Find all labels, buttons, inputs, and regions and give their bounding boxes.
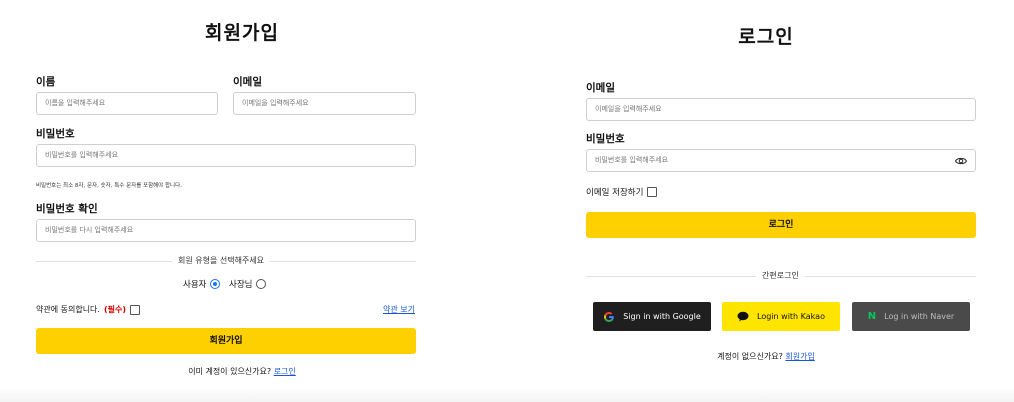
user-type-user-label: 사용자 xyxy=(183,280,207,290)
kakao-login-label: Login with Kakao xyxy=(757,312,825,321)
password-input[interactable]: 비밀번호를 입력해주세요 xyxy=(36,144,416,167)
user-type-radio-user[interactable]: 사용자 xyxy=(183,278,221,290)
google-login-button[interactable]: Sign in with Google xyxy=(593,302,711,331)
login-title: 로그인 xyxy=(738,26,794,48)
radio-owner[interactable] xyxy=(256,279,267,289)
login-email-input[interactable]: 이메일을 입력해주세요 xyxy=(586,98,976,121)
radio-user[interactable] xyxy=(210,279,221,289)
login-submit-button[interactable]: 로그인 xyxy=(586,212,976,238)
password-label: 비밀번호 xyxy=(36,128,75,140)
login-email-label: 이메일 xyxy=(586,82,615,94)
kakao-login-button[interactable]: Login with Kakao xyxy=(722,302,840,331)
login-footer: 계정이 없으신가요? 회원가입 xyxy=(518,351,1014,362)
naver-login-label: Log in with Naver xyxy=(884,312,955,321)
password-confirm-label: 비밀번호 확인 xyxy=(36,203,98,215)
terms-checkbox[interactable] xyxy=(130,304,141,315)
save-email-row: 이메일 저장하기 xyxy=(586,186,658,198)
name-input[interactable]: 이름을 입력해주세요 xyxy=(36,92,218,115)
terms-agree: 약관에 동의합니다. (필수) xyxy=(36,304,141,315)
login-panel: 로그인 이메일 이메일을 입력해주세요 비밀번호 비밀번호를 입력해주세요 이메… xyxy=(518,0,1014,402)
terms-view-link[interactable]: 약관 보기 xyxy=(383,304,415,315)
naver-login-button[interactable]: N Log in with Naver xyxy=(852,302,970,331)
signup-footer: 이미 계정이 있으신가요? 로그인 xyxy=(0,366,484,377)
easy-login-label: 간편로그인 xyxy=(756,270,805,281)
eye-icon[interactable] xyxy=(955,155,967,167)
terms-text: 약관에 동의합니다. xyxy=(36,305,100,314)
save-email-checkbox[interactable] xyxy=(647,187,658,197)
bottom-edge xyxy=(0,388,1014,402)
login-footer-text: 계정이 없으신가요? xyxy=(717,352,783,361)
kakao-chat-icon xyxy=(737,311,749,322)
password-hint: 비밀번호는 최소 8자, 문자, 숫자, 특수 문자를 포함해야 합니다. xyxy=(36,183,182,189)
name-label: 이름 xyxy=(36,76,56,88)
signup-footer-text: 이미 계정이 있으신가요? xyxy=(188,367,272,376)
email-input[interactable]: 이메일을 입력해주세요 xyxy=(233,92,416,115)
password-confirm-input[interactable]: 비밀번호를 다시 입력해주세요 xyxy=(36,219,416,242)
signup-title: 회원가입 xyxy=(205,22,279,44)
user-type-radio-owner[interactable]: 사장님 xyxy=(229,278,267,290)
goto-signup-link[interactable]: 회원가입 xyxy=(785,352,814,361)
signup-panel: 회원가입 이름 이름을 입력해주세요 이메일 이메일을 입력해주세요 비밀번호 … xyxy=(0,0,484,402)
google-login-label: Sign in with Google xyxy=(623,312,701,321)
login-password-input[interactable]: 비밀번호를 입력해주세요 xyxy=(586,149,976,172)
user-type-owner-label: 사장님 xyxy=(229,280,253,290)
login-password-label: 비밀번호 xyxy=(586,133,625,145)
naver-icon: N xyxy=(867,311,877,322)
google-icon xyxy=(604,311,615,322)
panel-gap xyxy=(484,0,518,402)
terms-required: (필수) xyxy=(103,305,127,314)
user-type-prompt: 회원 유형을 선택해주세요 xyxy=(172,255,271,266)
login-password-placeholder: 비밀번호를 입력해주세요 xyxy=(595,156,669,164)
save-email-label: 이메일 저장하기 xyxy=(586,188,644,198)
email-label: 이메일 xyxy=(233,76,262,88)
signup-submit-button[interactable]: 회원가입 xyxy=(36,328,416,354)
goto-login-link[interactable]: 로그인 xyxy=(274,367,296,376)
